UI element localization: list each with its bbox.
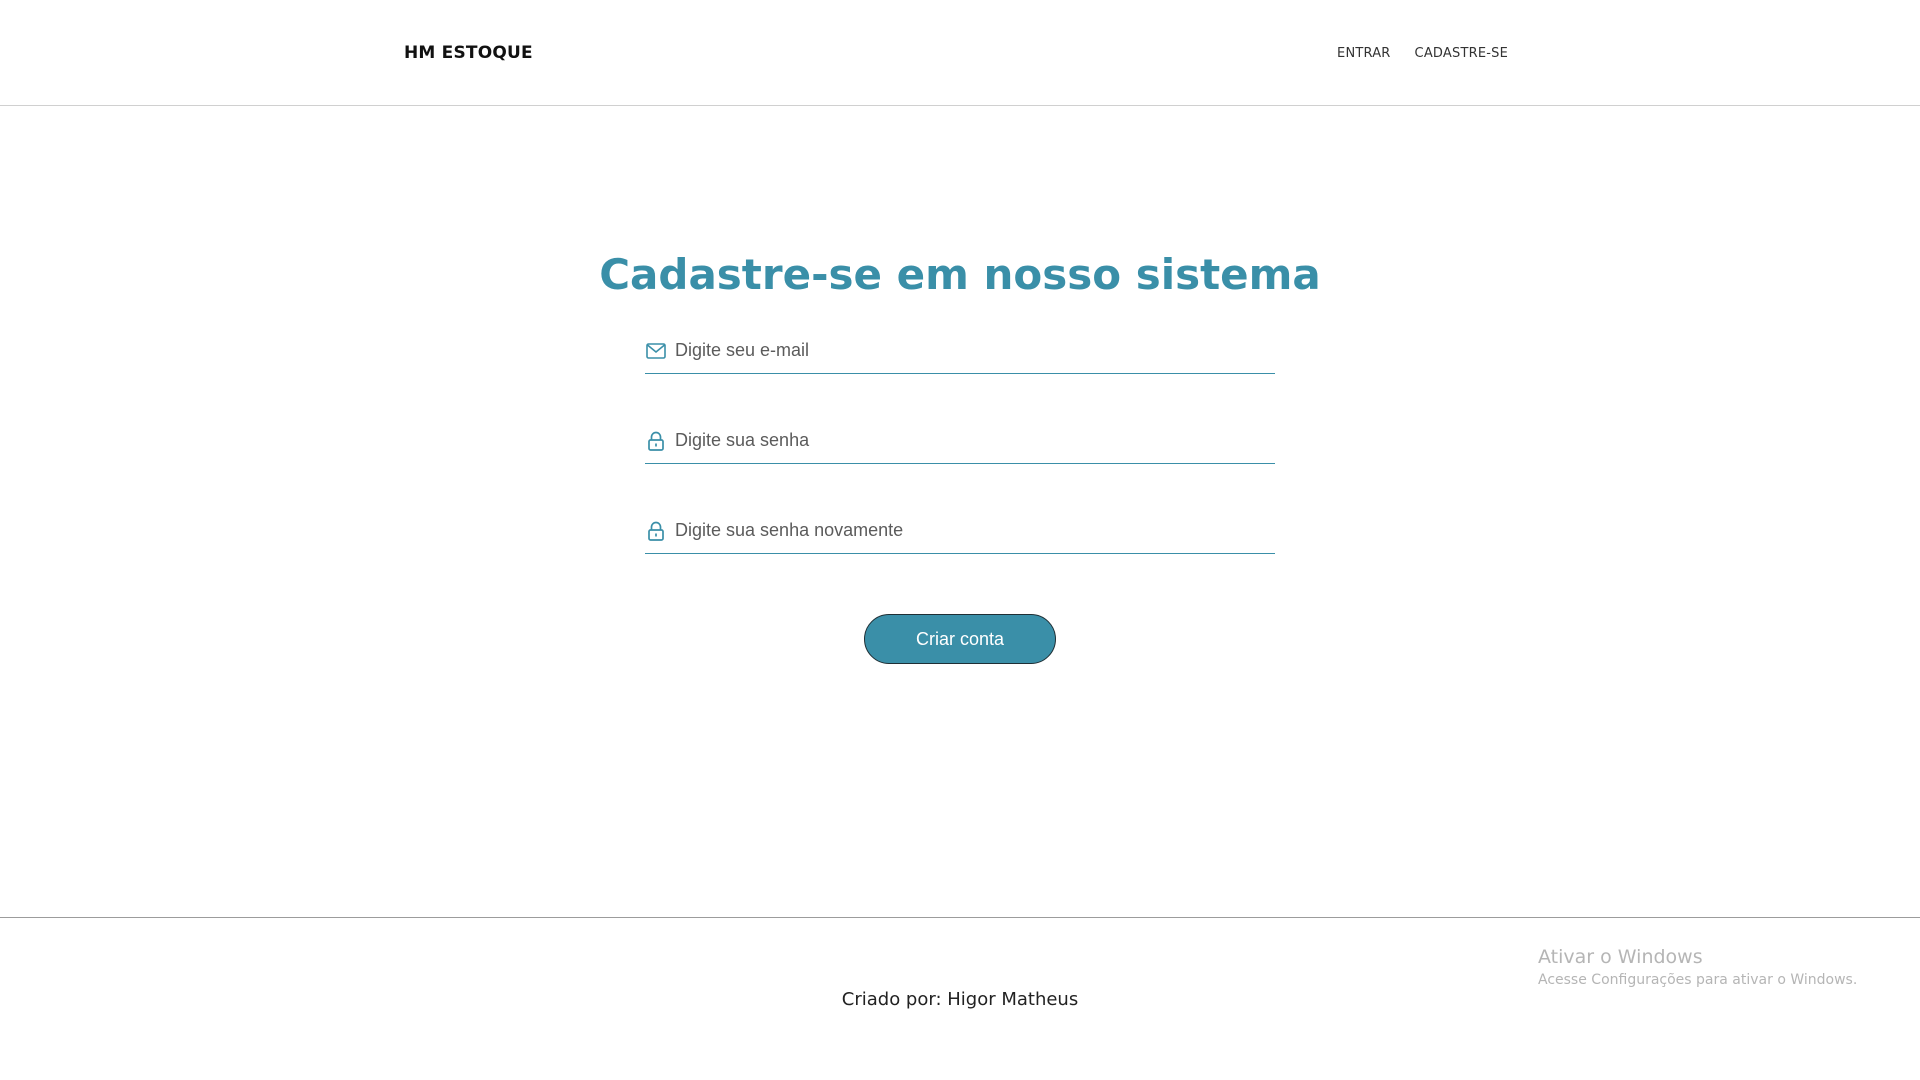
email-field (645, 328, 1275, 374)
lock-icon (645, 520, 667, 542)
page-title: Cadastre-se em nosso sistema (599, 250, 1321, 299)
password-input[interactable] (675, 430, 1255, 451)
password-confirm-field (645, 508, 1275, 554)
footer: Criado por: Higor Matheus Ativar o Windo… (0, 917, 1920, 1080)
nav-link-cadastre-se[interactable]: CADASTRE-SE (1415, 46, 1508, 61)
nav-link-entrar[interactable]: ENTRAR (1337, 46, 1391, 61)
envelope-icon (645, 340, 667, 362)
footer-credit: Criado por: Higor Matheus (841, 989, 1079, 1010)
create-account-button[interactable]: Criar conta (864, 614, 1056, 664)
windows-activation-watermark: Ativar o Windows Acesse Configurações pa… (1538, 946, 1857, 988)
page: HM ESTOQUE ENTRAR CADASTRE-SE Cadastre-s… (0, 0, 1920, 1080)
top-header: HM ESTOQUE ENTRAR CADASTRE-SE (0, 0, 1920, 106)
email-input[interactable] (675, 340, 1255, 361)
password-confirm-input[interactable] (675, 520, 1255, 541)
password-field (645, 418, 1275, 464)
top-nav: ENTRAR CADASTRE-SE (1337, 46, 1508, 61)
watermark-subtitle: Acesse Configurações para ativar o Windo… (1538, 972, 1858, 988)
brand-logo[interactable]: HM ESTOQUE (404, 43, 533, 63)
watermark-title: Ativar o Windows (1538, 946, 1703, 968)
lock-icon (645, 430, 667, 452)
